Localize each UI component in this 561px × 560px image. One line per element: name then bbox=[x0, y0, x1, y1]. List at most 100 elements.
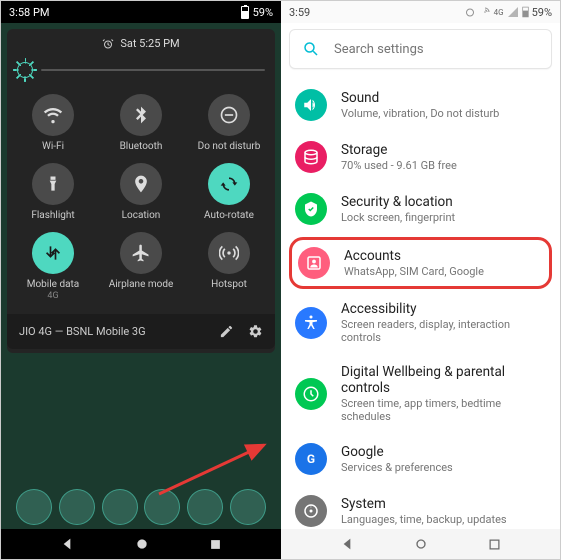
nav-bar-right bbox=[281, 529, 560, 559]
search-settings[interactable] bbox=[289, 29, 552, 69]
edit-icon[interactable] bbox=[219, 324, 234, 339]
gear-icon[interactable] bbox=[248, 324, 263, 339]
alarm-icon bbox=[464, 6, 476, 18]
search-icon bbox=[302, 40, 320, 58]
row-title: Digital Wellbeing & parental controls bbox=[341, 364, 546, 396]
tile-autorotate[interactable]: Auto-rotate bbox=[185, 163, 273, 222]
row-title: Security & location bbox=[341, 194, 455, 210]
tile-hotspot[interactable]: Hotspot bbox=[185, 232, 273, 302]
sound-icon bbox=[295, 89, 327, 121]
row-title: Storage bbox=[341, 142, 457, 158]
row-title: Accounts bbox=[344, 248, 484, 264]
dnd-icon bbox=[208, 94, 250, 136]
tile-label: Wi-Fi bbox=[42, 141, 64, 153]
row-title: Google bbox=[341, 444, 453, 460]
mobiledata-icon bbox=[32, 232, 74, 274]
nav-home-icon[interactable] bbox=[134, 536, 150, 552]
brightness-slider[interactable] bbox=[7, 58, 275, 90]
signal-icon bbox=[507, 6, 519, 18]
settings-row-accessibility[interactable]: AccessibilityScreen readers, display, in… bbox=[281, 291, 560, 354]
tile-bluetooth[interactable]: Bluetooth bbox=[97, 94, 185, 153]
security-icon bbox=[295, 193, 327, 225]
network-label: 4G bbox=[494, 8, 504, 17]
hotspot-icon bbox=[479, 6, 491, 18]
tile-label: Mobile data4G bbox=[27, 279, 80, 302]
dock-app[interactable] bbox=[59, 489, 95, 525]
nav-home-icon[interactable] bbox=[413, 536, 429, 552]
tile-flashlight[interactable]: Flashlight bbox=[9, 163, 97, 222]
nav-bar-left bbox=[1, 529, 281, 559]
wellbeing-icon bbox=[295, 378, 327, 410]
phone-quick-settings: 3:58 PM 59% Sat 5:25 PM Wi-Fi Bluetooth Do… bbox=[1, 1, 281, 559]
tile-label: Auto-rotate bbox=[204, 210, 254, 222]
battery-percent: 59% bbox=[532, 6, 552, 19]
tile-mobiledata[interactable]: Mobile data4G bbox=[9, 232, 97, 302]
settings-row-storage[interactable]: Storage70% used - 9.61 GB free bbox=[281, 131, 560, 183]
battery-icon bbox=[522, 6, 529, 18]
settings-list: SoundVolume, vibration, Do not disturbSt… bbox=[281, 75, 560, 541]
wifi-icon bbox=[32, 94, 74, 136]
tile-airplane[interactable]: Airplane mode bbox=[97, 232, 185, 302]
dock-app[interactable] bbox=[230, 489, 266, 525]
accessibility-icon bbox=[295, 307, 327, 339]
tile-label: Do not disturb bbox=[198, 141, 261, 153]
settings-row-accounts[interactable]: AccountsWhatsApp, SIM Card, Google bbox=[298, 247, 543, 279]
quick-settings-panel: Sat 5:25 PM Wi-Fi Bluetooth Do not disturb… bbox=[7, 29, 275, 353]
nav-recent-icon[interactable] bbox=[208, 537, 223, 552]
row-subtitle: Volume, vibration, Do not disturb bbox=[341, 107, 499, 120]
brightness-icon bbox=[17, 62, 33, 78]
qs-footer: JIO 4G — BSNL Mobile 3G bbox=[7, 314, 275, 349]
dock-app[interactable] bbox=[16, 489, 52, 525]
settings-row-google[interactable]: GGoogleServices & preferences bbox=[281, 433, 560, 485]
location-icon bbox=[120, 163, 162, 205]
hotspot-icon bbox=[208, 232, 250, 274]
row-subtitle: WhatsApp, SIM Card, Google bbox=[344, 265, 484, 278]
dock-app[interactable] bbox=[187, 489, 223, 525]
tile-dnd[interactable]: Do not disturb bbox=[185, 94, 273, 153]
autorotate-icon bbox=[208, 163, 250, 205]
tile-label: Flashlight bbox=[31, 210, 74, 222]
nav-recent-icon[interactable] bbox=[487, 537, 502, 552]
tile-label: Airplane mode bbox=[109, 279, 174, 291]
settings-row-sound[interactable]: SoundVolume, vibration, Do not disturb bbox=[281, 79, 560, 131]
row-title: Sound bbox=[341, 90, 499, 106]
accounts-icon bbox=[298, 247, 330, 279]
status-bar-left: 3:58 PM 59% bbox=[1, 1, 281, 23]
dock-app[interactable] bbox=[102, 489, 138, 525]
tile-wifi[interactable]: Wi-Fi bbox=[9, 94, 97, 153]
svg-text:G: G bbox=[307, 452, 315, 466]
clock: 3:58 PM bbox=[9, 6, 49, 19]
battery-percent: 59% bbox=[253, 6, 273, 19]
settings-row-wellbeing[interactable]: Digital Wellbeing & parental controlsScr… bbox=[281, 354, 560, 433]
nav-back-icon[interactable] bbox=[59, 536, 75, 552]
highlight-box: AccountsWhatsApp, SIM Card, Google bbox=[289, 237, 552, 289]
flashlight-icon bbox=[32, 163, 74, 205]
qs-datetime: Sat 5:25 PM bbox=[120, 37, 179, 50]
status-bar-right: 3:59 4G 59% bbox=[281, 1, 560, 23]
tile-label: Location bbox=[122, 210, 161, 222]
clock: 3:59 bbox=[289, 6, 310, 19]
tile-location[interactable]: Location bbox=[97, 163, 185, 222]
storage-icon bbox=[295, 141, 327, 173]
row-title: Accessibility bbox=[341, 301, 546, 317]
qs-header[interactable]: Sat 5:25 PM bbox=[7, 29, 275, 58]
row-subtitle: Lock screen, fingerprint bbox=[341, 211, 455, 224]
svg-text:i: i bbox=[311, 505, 312, 509]
row-subtitle: Screen time, app timers, bedtime schedul… bbox=[341, 397, 546, 423]
brightness-track bbox=[41, 69, 265, 71]
tile-label: Hotspot bbox=[211, 279, 247, 291]
dock-app[interactable] bbox=[144, 489, 180, 525]
system-icon: i bbox=[295, 495, 327, 527]
nav-back-icon[interactable] bbox=[339, 536, 355, 552]
home-dock bbox=[1, 485, 281, 529]
google-icon: G bbox=[295, 443, 327, 475]
settings-row-security[interactable]: Security & locationLock screen, fingerpr… bbox=[281, 183, 560, 235]
bluetooth-icon bbox=[120, 94, 162, 136]
qs-tiles-grid: Wi-Fi Bluetooth Do not disturb Flashlight Lo… bbox=[7, 90, 275, 314]
search-input[interactable] bbox=[334, 42, 539, 57]
row-subtitle: Languages, time, backup, updates bbox=[341, 513, 507, 526]
alarm-icon bbox=[102, 38, 114, 50]
row-title: System bbox=[341, 496, 507, 512]
carrier-text: JIO 4G — BSNL Mobile 3G bbox=[19, 325, 146, 338]
battery-icon bbox=[241, 6, 249, 19]
